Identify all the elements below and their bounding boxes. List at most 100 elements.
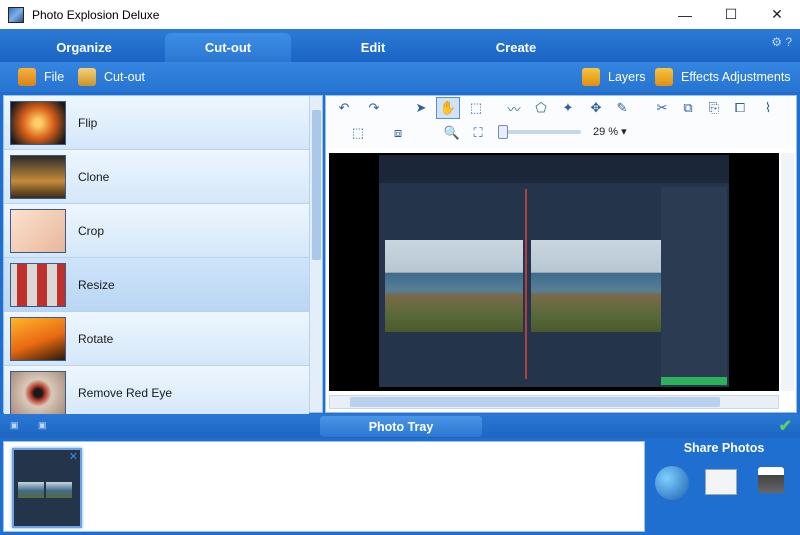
canvas-vscroll[interactable] bbox=[781, 153, 794, 391]
tool-label: Flip bbox=[78, 115, 98, 130]
thumb-photo-b bbox=[46, 482, 72, 498]
tool-remove-red-eye[interactable]: Remove Red Eye bbox=[4, 366, 309, 420]
cutout-icon bbox=[78, 68, 96, 86]
title-bar: Photo Explosion Deluxe — ☐ ✕ bbox=[0, 0, 800, 29]
photo-tray-title[interactable]: Photo Tray bbox=[320, 416, 482, 437]
maximize-button[interactable]: ☐ bbox=[708, 0, 754, 29]
zoom-slider-knob[interactable] bbox=[498, 125, 508, 139]
hscroll-thumb[interactable] bbox=[350, 397, 720, 407]
tool-label: Remove Red Eye bbox=[78, 385, 173, 400]
scissors-icon[interactable]: ✂ bbox=[652, 99, 672, 117]
image-sidebar bbox=[661, 187, 727, 377]
canvas-image bbox=[379, 155, 729, 387]
transform-icon[interactable]: ⬚ bbox=[348, 124, 368, 142]
pointer-icon[interactable]: ➤ bbox=[411, 99, 431, 117]
lasso-icon[interactable]: 〰 bbox=[504, 99, 524, 117]
polygon-icon[interactable]: ⬠ bbox=[531, 99, 551, 117]
close-button[interactable]: ✕ bbox=[754, 0, 800, 29]
clip-icon[interactable]: ⌇ bbox=[758, 99, 778, 117]
tool-resize[interactable]: Resize bbox=[4, 258, 309, 312]
rect-select-icon[interactable]: ⬚ bbox=[466, 99, 486, 117]
file-menu[interactable]: File bbox=[18, 68, 64, 86]
tray-import-icon[interactable]: ▣ bbox=[10, 420, 19, 431]
tab-edit[interactable]: Edit bbox=[310, 33, 436, 62]
tool-clone[interactable]: Clone bbox=[4, 150, 309, 204]
canvas-hscroll[interactable] bbox=[329, 395, 779, 409]
image-canvas[interactable] bbox=[329, 153, 779, 391]
layers-label: Layers bbox=[608, 70, 646, 84]
hand-icon[interactable]: ✋ bbox=[436, 97, 460, 119]
tab-organize[interactable]: Organize bbox=[20, 33, 148, 62]
zoom-value[interactable]: 29 % ▾ bbox=[593, 125, 627, 138]
share-title: Share Photos bbox=[683, 441, 765, 455]
zoom-icon[interactable]: 🔍 bbox=[442, 124, 462, 142]
redo-icon[interactable]: ↷ bbox=[364, 99, 384, 117]
share-panel: Share Photos bbox=[650, 441, 798, 532]
thumb-remove-icon[interactable]: ✕ bbox=[69, 450, 78, 463]
layers-button[interactable]: Layers bbox=[582, 68, 646, 86]
image-toolbar-area bbox=[379, 155, 729, 183]
photo-tray-bar: ▣ ▣ Photo Tray ✔ bbox=[0, 414, 800, 438]
tray-photo-thumbnail[interactable]: ✕ bbox=[12, 448, 82, 528]
effects-icon bbox=[655, 68, 673, 86]
split-line bbox=[525, 189, 527, 379]
tab-cutout[interactable]: Cut-out bbox=[165, 33, 291, 62]
tray-export-icon[interactable]: ▣ bbox=[38, 420, 47, 431]
paste-icon[interactable]: ⎘ bbox=[704, 99, 724, 117]
printer-icon[interactable] bbox=[758, 467, 784, 493]
rotate-thumbnail bbox=[10, 316, 66, 361]
paste-new-icon[interactable]: ⧠ bbox=[730, 99, 750, 117]
magic-wand-icon[interactable]: ✦ bbox=[558, 99, 578, 117]
copy-icon[interactable]: ⧉ bbox=[678, 99, 698, 117]
red-eye-thumbnail bbox=[10, 370, 66, 415]
window-controls: — ☐ ✕ bbox=[662, 0, 800, 29]
check-icon[interactable]: ✔ bbox=[779, 416, 792, 436]
tool-label: Resize bbox=[78, 277, 115, 292]
photo-right bbox=[531, 240, 669, 332]
editor-toolbar: ↶ ↷ ➤ ✋ ⬚ 〰 ⬠ ✦ ✥ ✎ ✂ ⧉ ⎘ ⧠ ⌇ ⬚ ⧈ 🔍 ⛶ 29… bbox=[326, 96, 796, 148]
cutout-label: Cut-out bbox=[104, 70, 145, 84]
minimize-button[interactable]: — bbox=[662, 0, 708, 29]
tools-scrollbar[interactable] bbox=[309, 96, 322, 412]
help-icon[interactable]: ? bbox=[785, 35, 792, 49]
thumb-photo-a bbox=[18, 482, 44, 498]
crop-thumbnail bbox=[10, 208, 66, 253]
main-tabs: Organize Cut-out Edit Create ⚙ ? bbox=[0, 29, 800, 62]
email-icon[interactable] bbox=[705, 469, 737, 495]
app-icon bbox=[8, 6, 24, 23]
photo-tray: ✕ bbox=[3, 441, 645, 532]
photo-left bbox=[385, 240, 523, 332]
photo-tray-label: Photo Tray bbox=[368, 419, 434, 434]
resize-box-icon[interactable]: ⧈ bbox=[388, 124, 408, 142]
tool-crop[interactable]: Crop bbox=[4, 204, 309, 258]
globe-icon[interactable] bbox=[655, 466, 689, 500]
file-icon bbox=[18, 68, 36, 86]
move-icon[interactable]: ✥ bbox=[586, 99, 606, 117]
cutout-menu[interactable]: Cut-out bbox=[78, 68, 145, 86]
editor-panel: ↶ ↷ ➤ ✋ ⬚ 〰 ⬠ ✦ ✥ ✎ ✂ ⧉ ⎘ ⧠ ⌇ ⬚ ⧈ 🔍 ⛶ 29… bbox=[325, 95, 797, 413]
clone-thumbnail bbox=[10, 154, 66, 199]
scrollbar-thumb[interactable] bbox=[312, 110, 321, 260]
resize-thumbnail bbox=[10, 262, 66, 307]
effects-label: Effects Adjustments bbox=[681, 70, 791, 84]
sub-toolbar: File Cut-out Layers Effects Adjustments bbox=[0, 62, 800, 92]
window-title: Photo Explosion Deluxe bbox=[32, 7, 160, 22]
fit-icon[interactable]: ⛶ bbox=[468, 124, 488, 142]
undo-icon[interactable]: ↶ bbox=[334, 99, 354, 117]
layers-icon bbox=[582, 68, 600, 86]
tool-label: Clone bbox=[78, 169, 110, 184]
image-green-button bbox=[661, 377, 727, 385]
flip-thumbnail bbox=[10, 100, 66, 145]
tab-create[interactable]: Create bbox=[452, 33, 580, 62]
file-label: File bbox=[44, 70, 65, 84]
tool-label: Rotate bbox=[78, 331, 114, 346]
tool-rotate[interactable]: Rotate bbox=[4, 312, 309, 366]
tool-flip[interactable]: Flip bbox=[4, 96, 309, 150]
zoom-percent: 29 % bbox=[593, 126, 619, 138]
zoom-slider[interactable] bbox=[501, 130, 581, 134]
effects-button[interactable]: Effects Adjustments bbox=[655, 68, 791, 86]
tool-label: Crop bbox=[78, 223, 105, 238]
tools-panel: Flip Clone Crop Resize Rotate Remove Red… bbox=[3, 95, 323, 420]
settings-icon[interactable]: ⚙ bbox=[771, 35, 782, 49]
brush-icon[interactable]: ✎ bbox=[612, 99, 632, 117]
